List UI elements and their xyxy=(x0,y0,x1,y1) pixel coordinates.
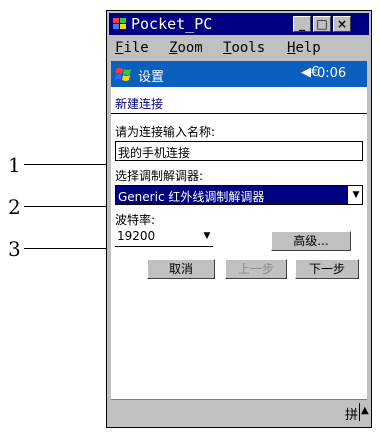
annotation-3: 3 xyxy=(8,237,21,261)
menu-file[interactable]: File xyxy=(115,40,149,56)
maximize-button[interactable]: □ xyxy=(313,16,331,32)
header-divider xyxy=(111,113,367,114)
pocketpc-logo-icon xyxy=(113,18,126,29)
modem-select[interactable]: Generic 红外线调制解调器 ▼ xyxy=(115,185,363,205)
emulator-window: Pocket_PC _ □ × File Zoom Tools Help 设置 … xyxy=(106,10,372,428)
menu-tools[interactable]: Tools xyxy=(223,40,265,56)
device-screen: 设置 ◀€ 0:06 新建连接 请为连接输入名称: 我的手机连接 选择调制解调器… xyxy=(111,61,369,425)
back-button[interactable]: 上一步 xyxy=(225,259,287,279)
modem-label: 选择调制解调器: xyxy=(115,169,204,183)
minimize-button[interactable]: _ xyxy=(293,16,311,32)
connection-name-label: 请为连接输入名称: xyxy=(115,125,216,139)
menu-zoom[interactable]: Zoom xyxy=(169,40,203,56)
bottom-divider xyxy=(359,403,360,421)
input-method-button[interactable]: 拼 xyxy=(345,404,358,423)
menu-bar: File Zoom Tools Help xyxy=(109,37,369,59)
navigation-bar: 设置 ◀€ 0:06 xyxy=(111,61,367,87)
page-heading: 新建连接 xyxy=(115,97,164,111)
baud-rate-select[interactable]: 19200 ▼ xyxy=(115,227,213,247)
menu-bar-bottom: 拼 ▲ xyxy=(111,399,369,425)
connection-name-value: 我的手机连接 xyxy=(118,146,191,160)
baud-rate-value: 19200 xyxy=(117,229,156,243)
next-button[interactable]: 下一步 xyxy=(295,259,359,279)
connection-name-input[interactable]: 我的手机连接 xyxy=(115,141,363,161)
cancel-button[interactable]: 取消 xyxy=(147,259,215,279)
advanced-button[interactable]: 高级... xyxy=(271,231,351,251)
sip-up-arrow-icon[interactable]: ▲ xyxy=(361,405,369,416)
clock[interactable]: 0:06 xyxy=(317,66,346,81)
modem-value: Generic 红外线调制解调器 xyxy=(118,190,265,204)
chevron-down-icon[interactable]: ▼ xyxy=(201,227,213,245)
window-title: Pocket_PC xyxy=(131,15,213,33)
chevron-down-icon[interactable]: ▼ xyxy=(350,186,362,204)
close-button[interactable]: × xyxy=(333,16,351,32)
annotation-2: 2 xyxy=(8,195,21,219)
title-bar[interactable]: Pocket_PC _ □ × xyxy=(109,13,369,35)
nav-title: 设置 xyxy=(138,70,165,85)
windows-start-icon[interactable] xyxy=(115,65,133,83)
annotation-1: 1 xyxy=(8,153,21,177)
baud-rate-label: 波特率: xyxy=(115,213,156,227)
menu-help[interactable]: Help xyxy=(287,40,321,56)
